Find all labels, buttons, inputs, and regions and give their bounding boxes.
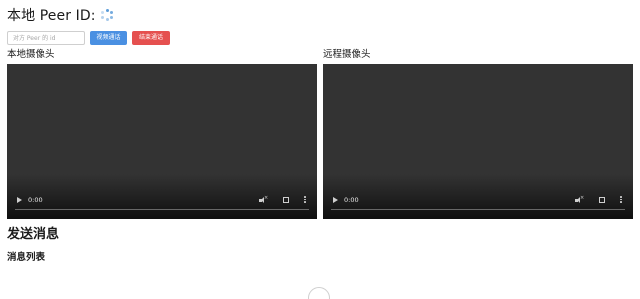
local-video[interactable]: 0:00 × (7, 64, 317, 219)
local-camera-label: 本地摄像头 (7, 49, 55, 60)
peer-id-input[interactable] (7, 31, 85, 45)
video-time: 0:00 (28, 196, 43, 204)
video-progress-bar[interactable] (331, 208, 625, 210)
peer-id-row: 本地 Peer ID: (7, 5, 113, 25)
more-options-icon[interactable] (620, 196, 622, 204)
send-message-heading: 发送消息 (7, 227, 60, 242)
message-list-heading: 消息列表 (7, 252, 46, 263)
remote-video[interactable]: 0:00 × (323, 64, 633, 219)
call-controls: 视频通话 结束通话 (7, 31, 170, 45)
end-call-button[interactable]: 结束通话 (132, 31, 170, 45)
more-options-icon[interactable] (304, 196, 306, 204)
video-time: 0:00 (344, 196, 359, 204)
fullscreen-icon[interactable] (599, 197, 605, 203)
mute-icon[interactable]: × (259, 195, 268, 203)
fullscreen-icon[interactable] (283, 197, 289, 203)
video-controls-bar: 0:00 × (7, 194, 317, 206)
play-icon[interactable] (17, 197, 22, 203)
loading-spinner-icon (100, 9, 113, 21)
empty-inbox-icon (308, 287, 330, 299)
video-progress-bar[interactable] (15, 208, 309, 210)
play-icon[interactable] (333, 197, 338, 203)
video-controls-bar: 0:00 × (323, 194, 633, 206)
remote-camera-label: 远程摄像头 (323, 49, 371, 60)
video-call-button[interactable]: 视频通话 (90, 31, 127, 45)
peer-id-label: 本地 Peer ID: (7, 8, 96, 24)
mute-icon[interactable]: × (575, 195, 584, 203)
